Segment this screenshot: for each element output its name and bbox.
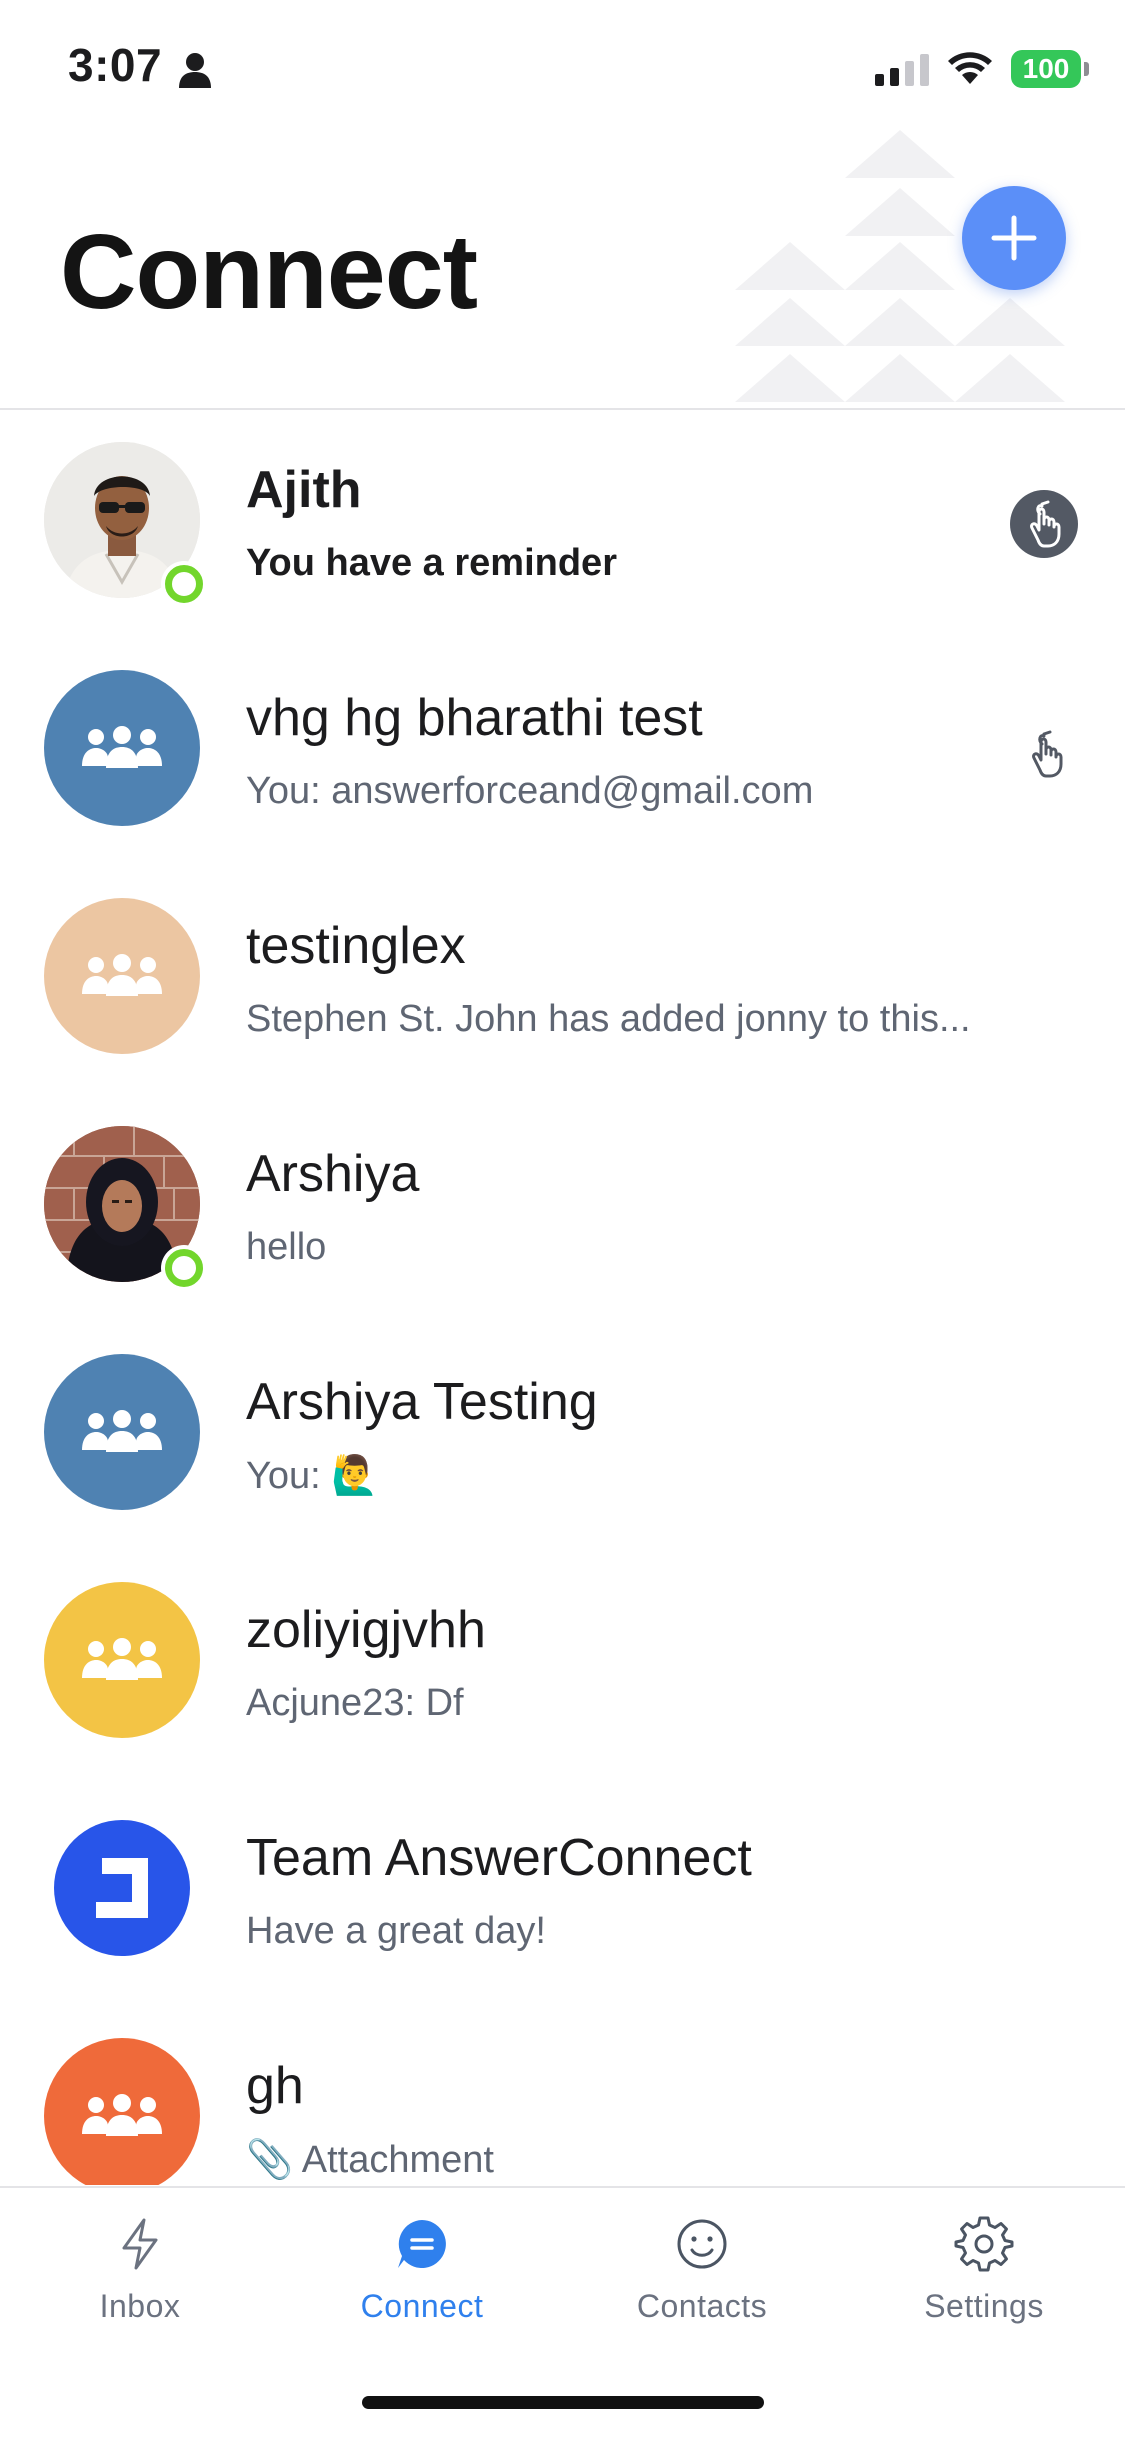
group-avatar — [44, 1582, 200, 1738]
conversation-item[interactable]: Team AnswerConnect Have a great day! — [0, 1778, 1125, 2006]
group-icon — [82, 726, 162, 768]
conversation-list[interactable]: Ajith You have a reminder vhg hg bharath… — [0, 410, 1125, 2185]
answerconnect-logo-icon — [54, 1820, 190, 1956]
tab-contacts[interactable]: Contacts — [602, 2214, 802, 2344]
lightning-icon — [122, 2218, 158, 2270]
wifi-icon — [948, 52, 992, 84]
conversation-name: Team AnswerConnect — [246, 1829, 752, 1887]
tab-label: Inbox — [99, 2288, 181, 2324]
online-status-indicator — [165, 565, 203, 603]
battery-icon: 100 — [1011, 50, 1089, 88]
conversation-preview: Stephen St. John has added jonny to this… — [246, 998, 971, 1040]
chat-bubble-icon — [398, 2220, 446, 2268]
cellular-signal-icon — [875, 52, 929, 86]
gear-icon — [954, 2216, 1014, 2272]
status-time: 3:07 — [68, 39, 163, 91]
conversation-name: zoliyigjvhh — [246, 1601, 486, 1659]
conversation-preview: You: 🙋‍♂️ — [246, 1455, 379, 1497]
conversation-item[interactable]: Ajith You have a reminder — [0, 410, 1125, 638]
group-icon — [82, 1638, 162, 1680]
status-bar: 3:07 100 — [0, 0, 1125, 130]
conversation-item[interactable]: Arshiya hello — [0, 1094, 1125, 1322]
conversation-item[interactable]: testinglex Stephen St. John has added jo… — [0, 866, 1125, 1094]
conversation-item[interactable]: vhg hg bharathi test You: answerforceand… — [0, 638, 1125, 866]
team-answerconnect-logo — [44, 1810, 200, 1966]
group-icon — [82, 1410, 162, 1452]
group-avatar — [44, 670, 200, 826]
conversation-preview: hello — [246, 1226, 327, 1268]
group-avatar — [44, 2038, 200, 2185]
reminder-icon[interactable] — [1010, 490, 1078, 558]
conversation-name: Ajith — [246, 461, 362, 519]
group-icon — [82, 2094, 162, 2136]
person-icon — [179, 53, 211, 88]
reminder-icon[interactable] — [1018, 724, 1074, 784]
conversation-name: testinglex — [246, 917, 466, 975]
conversation-preview: Acjune23: Df — [246, 1682, 464, 1724]
home-indicator[interactable] — [362, 2396, 764, 2409]
group-avatar — [44, 898, 200, 1054]
conversation-name: gh — [246, 2057, 304, 2115]
tab-label: Contacts — [636, 2288, 768, 2324]
tab-inbox[interactable]: Inbox — [40, 2214, 240, 2344]
smiley-icon — [677, 2219, 727, 2269]
group-avatar — [44, 1354, 200, 1510]
header: Connect — [0, 130, 1125, 410]
conversation-preview: 📎 Attachment — [246, 2139, 494, 2181]
tab-label: Connect — [360, 2288, 484, 2324]
conversation-item[interactable]: Arshiya Testing You: 🙋‍♂️ — [0, 1322, 1125, 1550]
tab-label: Settings — [924, 2288, 1044, 2324]
online-status-indicator — [165, 1249, 203, 1287]
status-indicators: 100 — [875, 46, 1089, 92]
conversation-name: vhg hg bharathi test — [246, 689, 703, 747]
conversation-preview: You: answerforceand@gmail.com — [246, 770, 814, 812]
new-conversation-button[interactable] — [962, 186, 1066, 290]
conversation-preview: Have a great day! — [246, 1910, 546, 1952]
conversation-item[interactable]: gh 📎 Attachment — [0, 2006, 1125, 2185]
conversation-name: Arshiya Testing — [246, 1373, 598, 1431]
group-icon — [82, 954, 162, 996]
tab-settings[interactable]: Settings — [884, 2214, 1084, 2344]
plus-icon — [991, 215, 1037, 261]
conversation-name: Arshiya — [246, 1145, 420, 1203]
conversation-preview: You have a reminder — [246, 542, 617, 584]
page-title: Connect — [60, 213, 478, 331]
tab-connect[interactable]: Connect — [322, 2214, 522, 2344]
conversation-item[interactable]: zoliyigjvhh Acjune23: Df — [0, 1550, 1125, 1778]
